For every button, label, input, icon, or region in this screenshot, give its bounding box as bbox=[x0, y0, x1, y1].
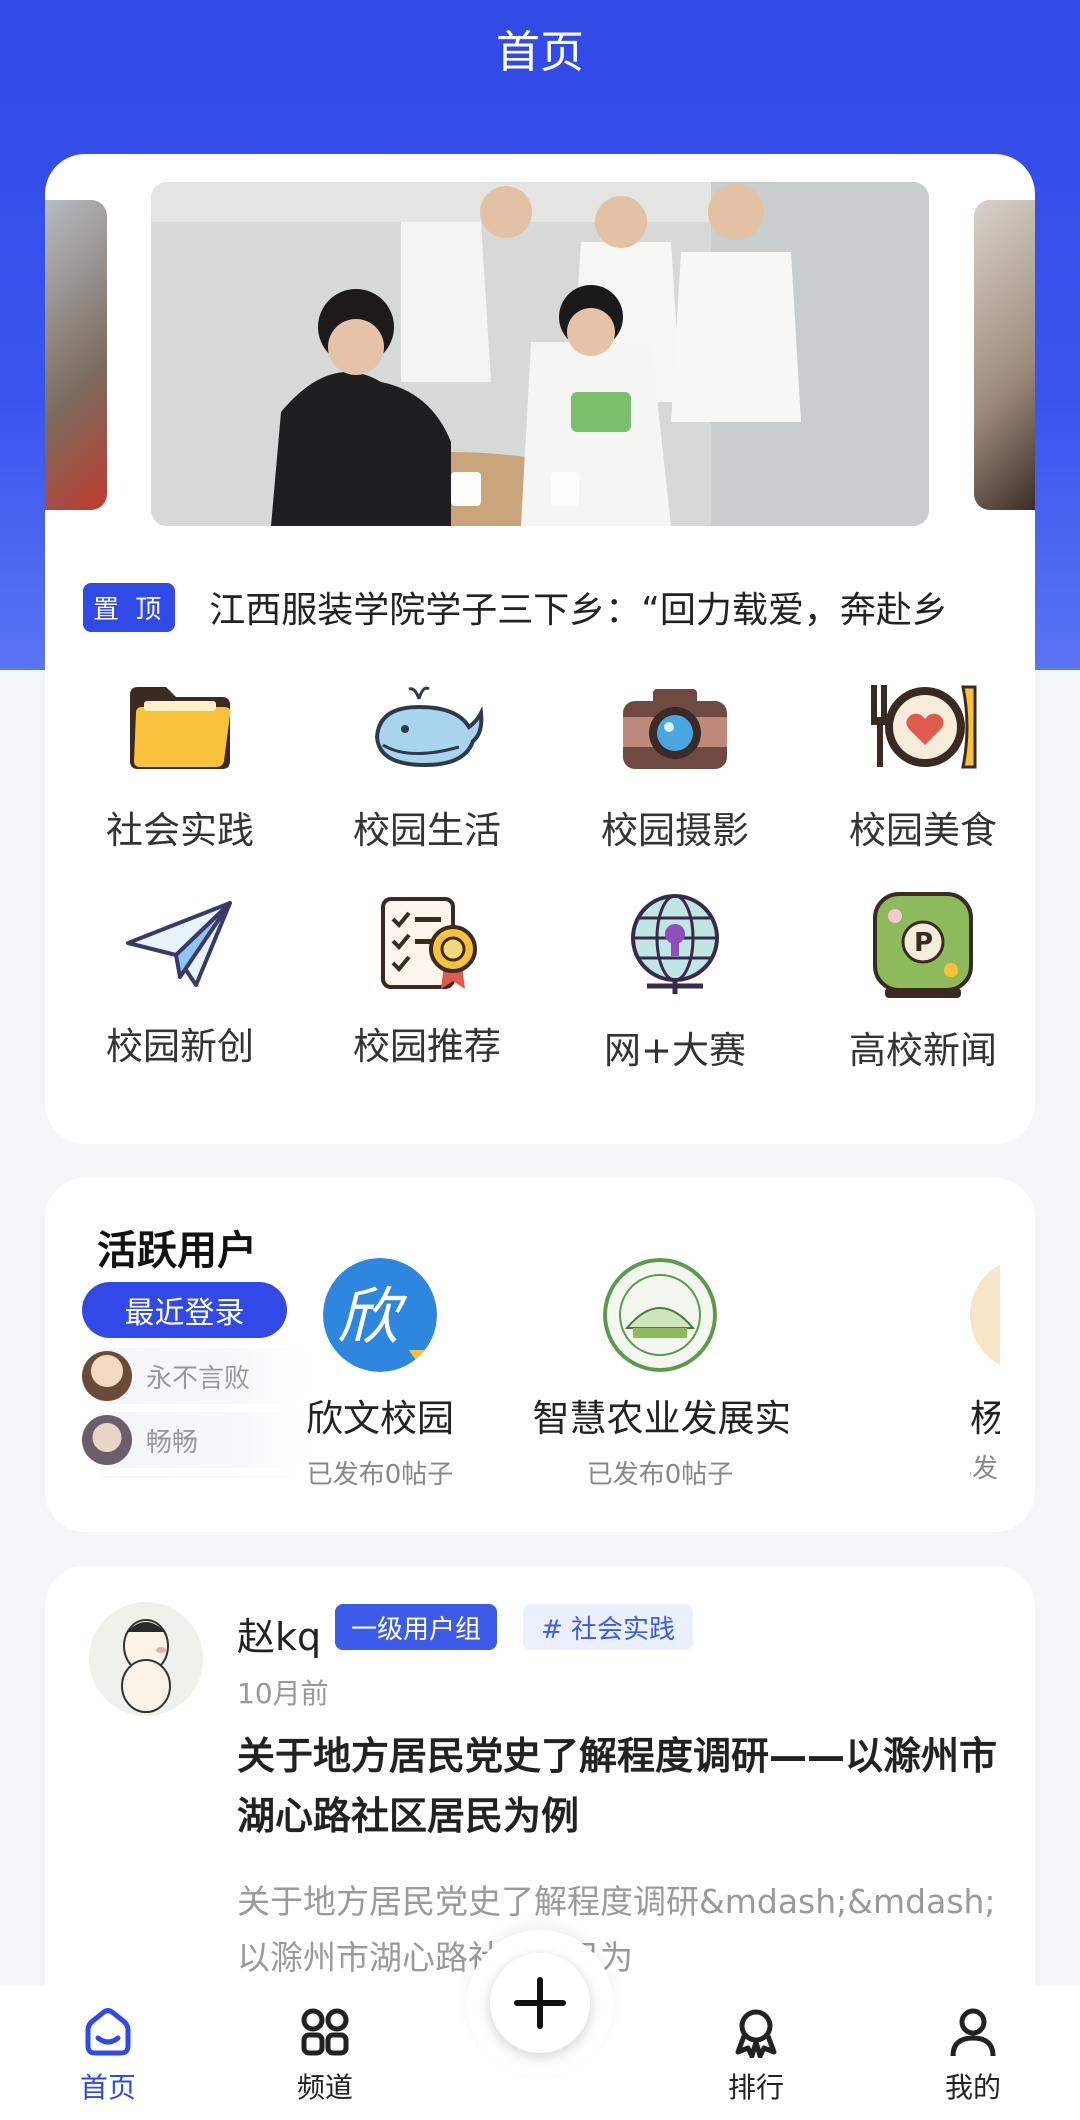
active-user-tile[interactable]: 欣 欣文校园 已发布0帖子 bbox=[250, 1258, 510, 1491]
checklist-award-icon bbox=[367, 890, 487, 996]
nav-channels[interactable]: 频道 bbox=[255, 2006, 395, 2106]
avatar[interactable] bbox=[89, 1602, 203, 1716]
pinned-badge: 置 顶 bbox=[83, 582, 176, 632]
nav-mine-label: 我的 bbox=[944, 2071, 1001, 2104]
carousel-next-slide[interactable] bbox=[974, 200, 1035, 510]
nav-channels-label: 频道 bbox=[296, 2071, 353, 2104]
active-user-name: 欣文校园 bbox=[306, 1397, 454, 1440]
recent-login-name: 永不言败 bbox=[146, 1363, 251, 1394]
grid-icon bbox=[301, 2008, 349, 2056]
category-internet-plus[interactable]: 网+大赛 bbox=[565, 890, 785, 1072]
create-post-button[interactable] bbox=[490, 1953, 590, 2053]
avatar bbox=[82, 1415, 132, 1465]
category-campus-photography[interactable]: 校园摄影 bbox=[565, 674, 785, 854]
category-campus-recommend[interactable]: 校园推荐 bbox=[317, 890, 537, 1070]
topic-tag[interactable]: # 社会实践 bbox=[523, 1604, 694, 1650]
svg-text:欣: 欣 bbox=[337, 1280, 408, 1353]
svg-text:P: P bbox=[914, 928, 933, 958]
post-time: 10月前 bbox=[237, 1677, 329, 1710]
category-campus-innovation[interactable]: 校园新创 bbox=[70, 890, 290, 1070]
post-author[interactable]: 赵kq bbox=[237, 1606, 321, 1661]
category-label: 社会实践 bbox=[106, 809, 254, 852]
avatar bbox=[82, 1351, 132, 1401]
category-label: 校园摄影 bbox=[601, 809, 749, 852]
category-social-practice[interactable]: 社会实践 bbox=[70, 674, 290, 854]
category-campus-life[interactable]: 校园生活 bbox=[317, 674, 537, 854]
category-label: 校园生活 bbox=[353, 809, 501, 852]
nav-mine[interactable]: 我的 bbox=[903, 2006, 1043, 2106]
recent-login-name: 畅畅 bbox=[146, 1427, 199, 1458]
active-user-post-count: 已发 bbox=[970, 1454, 999, 1484]
category-campus-food[interactable]: 校园美食 bbox=[813, 674, 1033, 854]
category-label: 高校新闻 bbox=[849, 1029, 997, 1072]
folder-icon bbox=[120, 674, 240, 780]
nav-ranking[interactable]: 排行 bbox=[686, 2006, 826, 2106]
nav-ranking-label: 排行 bbox=[727, 2071, 784, 2104]
award-icon bbox=[735, 2009, 777, 2058]
parking-sign-icon: P bbox=[863, 890, 983, 1000]
carousel-prev-slide[interactable] bbox=[45, 200, 107, 510]
category-university-news[interactable]: P 高校新闻 bbox=[813, 890, 1033, 1072]
category-label: 校园新创 bbox=[106, 1025, 254, 1068]
active-user-post-count: 已发布0帖子 bbox=[586, 1460, 734, 1490]
active-user-post-count: 已发布0帖子 bbox=[306, 1460, 454, 1490]
active-user-name: 智慧农业发展实 bbox=[532, 1397, 788, 1440]
carousel-main-slide[interactable] bbox=[151, 182, 929, 526]
avatar: 欣 bbox=[323, 1258, 437, 1372]
nav-home[interactable]: 首页 bbox=[38, 2006, 178, 2106]
page-title: 首页 bbox=[496, 27, 584, 78]
active-user-tile-clipped[interactable]: 杨 已发 bbox=[970, 1238, 1000, 1498]
pinned-notice[interactable]: 置 顶 江西服装学院学子三下乡：“回力载爱，奔赴乡 bbox=[83, 580, 1003, 634]
nav-home-label: 首页 bbox=[79, 2071, 136, 2104]
paper-plane-icon bbox=[120, 890, 240, 996]
plus-icon bbox=[514, 1977, 566, 2029]
post-title[interactable]: 关于地方居民党史了解程度调研——以滁州市湖心路社区居民为例 bbox=[237, 1726, 997, 1846]
category-label: 校园推荐 bbox=[353, 1025, 501, 1068]
globe-icon bbox=[615, 890, 735, 1000]
avatar bbox=[603, 1258, 717, 1372]
active-user-tile[interactable]: 智慧农业发展实 已发布0帖子 bbox=[530, 1258, 790, 1491]
avatar bbox=[970, 1258, 1000, 1372]
active-users-title: 活跃用户 bbox=[97, 1228, 257, 1274]
user-icon bbox=[950, 2008, 996, 2057]
main-card: 置 顶 江西服装学院学子三下乡：“回力载爱，奔赴乡 社会实践 校园生活 校园摄影… bbox=[45, 154, 1035, 1144]
home-icon bbox=[85, 2008, 131, 2056]
category-label: 网+大赛 bbox=[603, 1029, 746, 1072]
post-excerpt: 关于地方居民党史了解程度调研&mdash;&mdash;以滁州市湖心路社区居民为 bbox=[237, 1882, 996, 1977]
pinned-notice-text: 江西服装学院学子三下乡：“回力载爱，奔赴乡 bbox=[209, 590, 948, 631]
category-label: 校园美食 bbox=[849, 809, 997, 852]
whale-icon bbox=[367, 674, 487, 780]
active-user-name: 杨 bbox=[970, 1397, 1000, 1440]
plate-icon bbox=[863, 674, 983, 780]
user-group-badge: 一级用户组 bbox=[335, 1604, 498, 1650]
camera-icon bbox=[615, 674, 735, 780]
active-users-card: 活跃用户 最近登录 永不言败 畅畅 欣 欣文校园 已发布0帖子 智慧农业发展实 … bbox=[45, 1178, 1035, 1532]
